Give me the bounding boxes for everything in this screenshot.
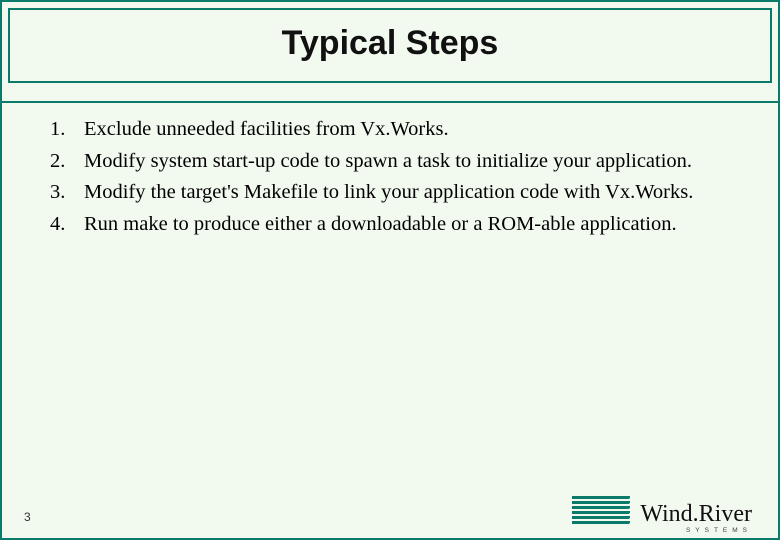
step-item: Modify the target's Makefile to link you… — [50, 178, 738, 208]
step-item: Run make to produce either a downloadabl… — [50, 210, 738, 240]
logo-sub-text: SYSTEMS — [686, 528, 752, 535]
windriver-logo-icon — [572, 494, 630, 526]
page-number: 3 — [24, 510, 31, 524]
content-area: Exclude unneeded facilities from Vx.Work… — [2, 103, 778, 240]
windriver-logo: Wind.River SYSTEMS — [572, 494, 752, 526]
steps-list: Exclude unneeded facilities from Vx.Work… — [50, 115, 738, 240]
step-item: Modify system start-up code to spawn a t… — [50, 147, 738, 177]
windriver-logo-text: Wind.River SYSTEMS — [640, 502, 752, 526]
title-box: Typical Steps — [8, 8, 772, 83]
slide-title: Typical Steps — [10, 24, 770, 63]
logo-main-text: Wind.River — [640, 501, 752, 527]
step-item: Exclude unneeded facilities from Vx.Work… — [50, 115, 738, 145]
slide: Typical Steps Exclude unneeded facilitie… — [0, 0, 780, 540]
